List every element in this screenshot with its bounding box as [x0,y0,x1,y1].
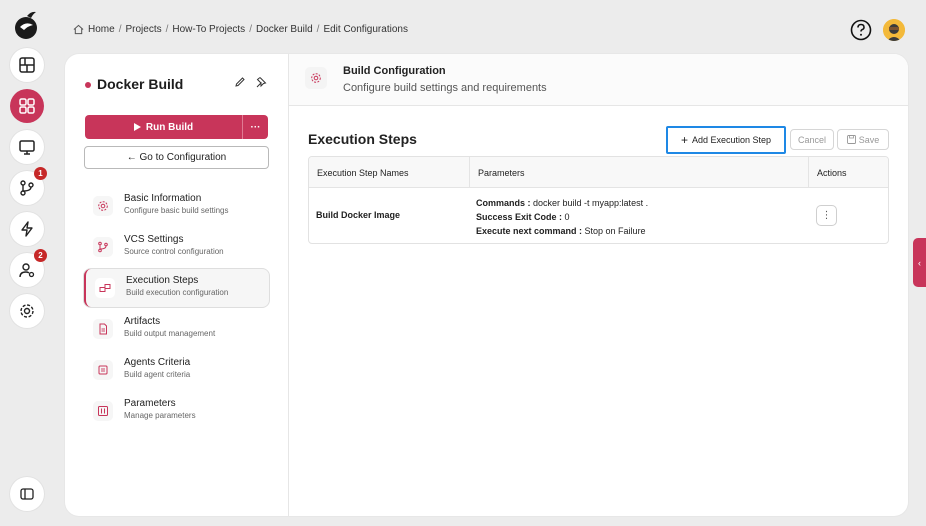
param-key: Success Exit Code : [476,212,563,222]
row-actions-menu-icon[interactable]: ⋮ [816,205,837,226]
params-icon [93,401,113,421]
collapse-sidebar-icon[interactable] [10,477,44,511]
vcs-badge: 1 [34,167,47,180]
gear-icon[interactable] [10,294,44,328]
breadcrumb-how-to-projects[interactable]: How-To Projects [172,24,245,35]
main-card: Docker Build Run Build ··· ← Go to Confi… [65,54,908,516]
nav-label: Agents Criteria [124,357,191,368]
users-badge: 2 [34,249,47,262]
nav-label: Basic Information [124,193,202,204]
param-key: Commands : [476,198,531,208]
table-header: Execution Step Names Parameters Actions [309,157,888,188]
breadcrumb-home[interactable]: Home [88,24,115,35]
branch-icon [93,237,113,257]
expand-panel-chevron-icon[interactable]: ‹ [913,238,926,287]
breadcrumb-separator: / [249,24,252,35]
nav-basic-information[interactable]: Basic Information Configure basic build … [84,187,269,225]
home-icon[interactable] [73,24,84,35]
plus-icon: + [680,133,688,147]
nav-sublabel: Build output management [124,329,216,338]
content-area: Build Configuration Configure build sett… [289,54,908,516]
run-build-button-group: Run Build ··· [85,115,268,139]
save-button[interactable]: Save [837,129,889,150]
page-title: Build Configuration [343,65,446,77]
execution-steps-table: Execution Step Names Parameters Actions … [308,156,889,244]
edit-icon[interactable] [234,76,246,88]
nav-label: Parameters [124,398,176,409]
page-subtitle: Configure build settings and requirement… [343,82,547,94]
user-settings-icon[interactable]: 2 [10,249,47,287]
breadcrumb-separator: / [118,24,122,35]
save-label: Save [858,134,880,145]
left-rail: 1 2 [0,0,52,526]
nav-sublabel: Build execution configuration [126,288,229,297]
save-icon [846,135,856,144]
content-header: Build Configuration Configure build sett… [289,54,908,106]
help-icon[interactable] [850,19,872,41]
status-dot [85,82,91,88]
nav-vcs-settings[interactable]: VCS Settings Source control configuratio… [84,228,269,266]
breadcrumb-separator: / [165,24,169,35]
step-name: Build Docker Image [316,210,401,220]
app-logo-icon[interactable] [11,10,41,40]
project-title: Docker Build [97,76,184,92]
projects-grid-icon[interactable] [10,89,44,123]
play-icon [133,123,141,131]
nav-artifacts[interactable]: Artifacts Build output management [84,310,269,348]
nav-parameters[interactable]: Parameters Manage parameters [84,392,269,430]
gear-icon [305,67,327,89]
add-execution-step-label: Add Execution Step [691,135,772,145]
nav-sublabel: Configure basic build settings [124,206,229,215]
nav-label: Execution Steps [126,275,199,286]
cancel-button[interactable]: Cancel [790,129,834,150]
breadcrumb-docker-build[interactable]: Docker Build [256,24,313,35]
param-key: Execute next command : [476,226,583,236]
nav-label: Artifacts [124,316,161,327]
param-value: Stop on Failure [582,226,646,236]
config-sidebar: Docker Build Run Build ··· ← Go to Confi… [65,54,289,516]
breadcrumb-current: Edit Configurations [323,24,408,35]
vcs-branch-icon[interactable]: 1 [10,167,47,205]
avatar[interactable] [883,19,905,41]
column-header-actions: Actions [817,167,847,178]
param-value: docker build -t myapp:latest . [530,198,649,208]
run-build-label: Run Build [145,121,194,133]
breadcrumb-separator: / [316,24,320,35]
lightning-icon[interactable] [10,212,44,246]
nav-sublabel: Manage parameters [124,411,196,420]
run-build-button[interactable]: Run Build [85,115,243,139]
run-options-button[interactable]: ··· [243,115,268,139]
column-header-parameters: Parameters [470,157,809,188]
nav-execution-steps[interactable]: Execution Steps Build execution configur… [84,269,269,307]
step-parameters: Commands : docker build -t myapp:latest … [476,196,648,238]
breadcrumb-projects[interactable]: Projects [125,24,161,35]
param-value: 0 [562,212,570,222]
nav-sublabel: Source control configuration [124,247,224,256]
monitor-icon[interactable] [10,130,44,164]
add-execution-step-button[interactable]: + Add Execution Step [666,126,786,154]
nav-label: VCS Settings [124,234,184,245]
section-title: Execution Steps [308,131,417,147]
column-header-step-names: Execution Step Names [309,157,470,188]
pin-icon[interactable] [255,76,267,88]
steps-icon [95,278,115,298]
dashboard-icon[interactable] [10,48,44,82]
agent-icon [93,360,113,380]
file-icon [93,319,113,339]
breadcrumb: Home / Projects / How-To Projects / Dock… [73,24,408,35]
gear-icon [93,196,113,216]
nav-sublabel: Build agent criteria [124,370,191,379]
go-to-configuration-button[interactable]: ← Go to Configuration [84,146,269,169]
nav-agents-criteria[interactable]: Agents Criteria Build agent criteria [84,351,269,389]
